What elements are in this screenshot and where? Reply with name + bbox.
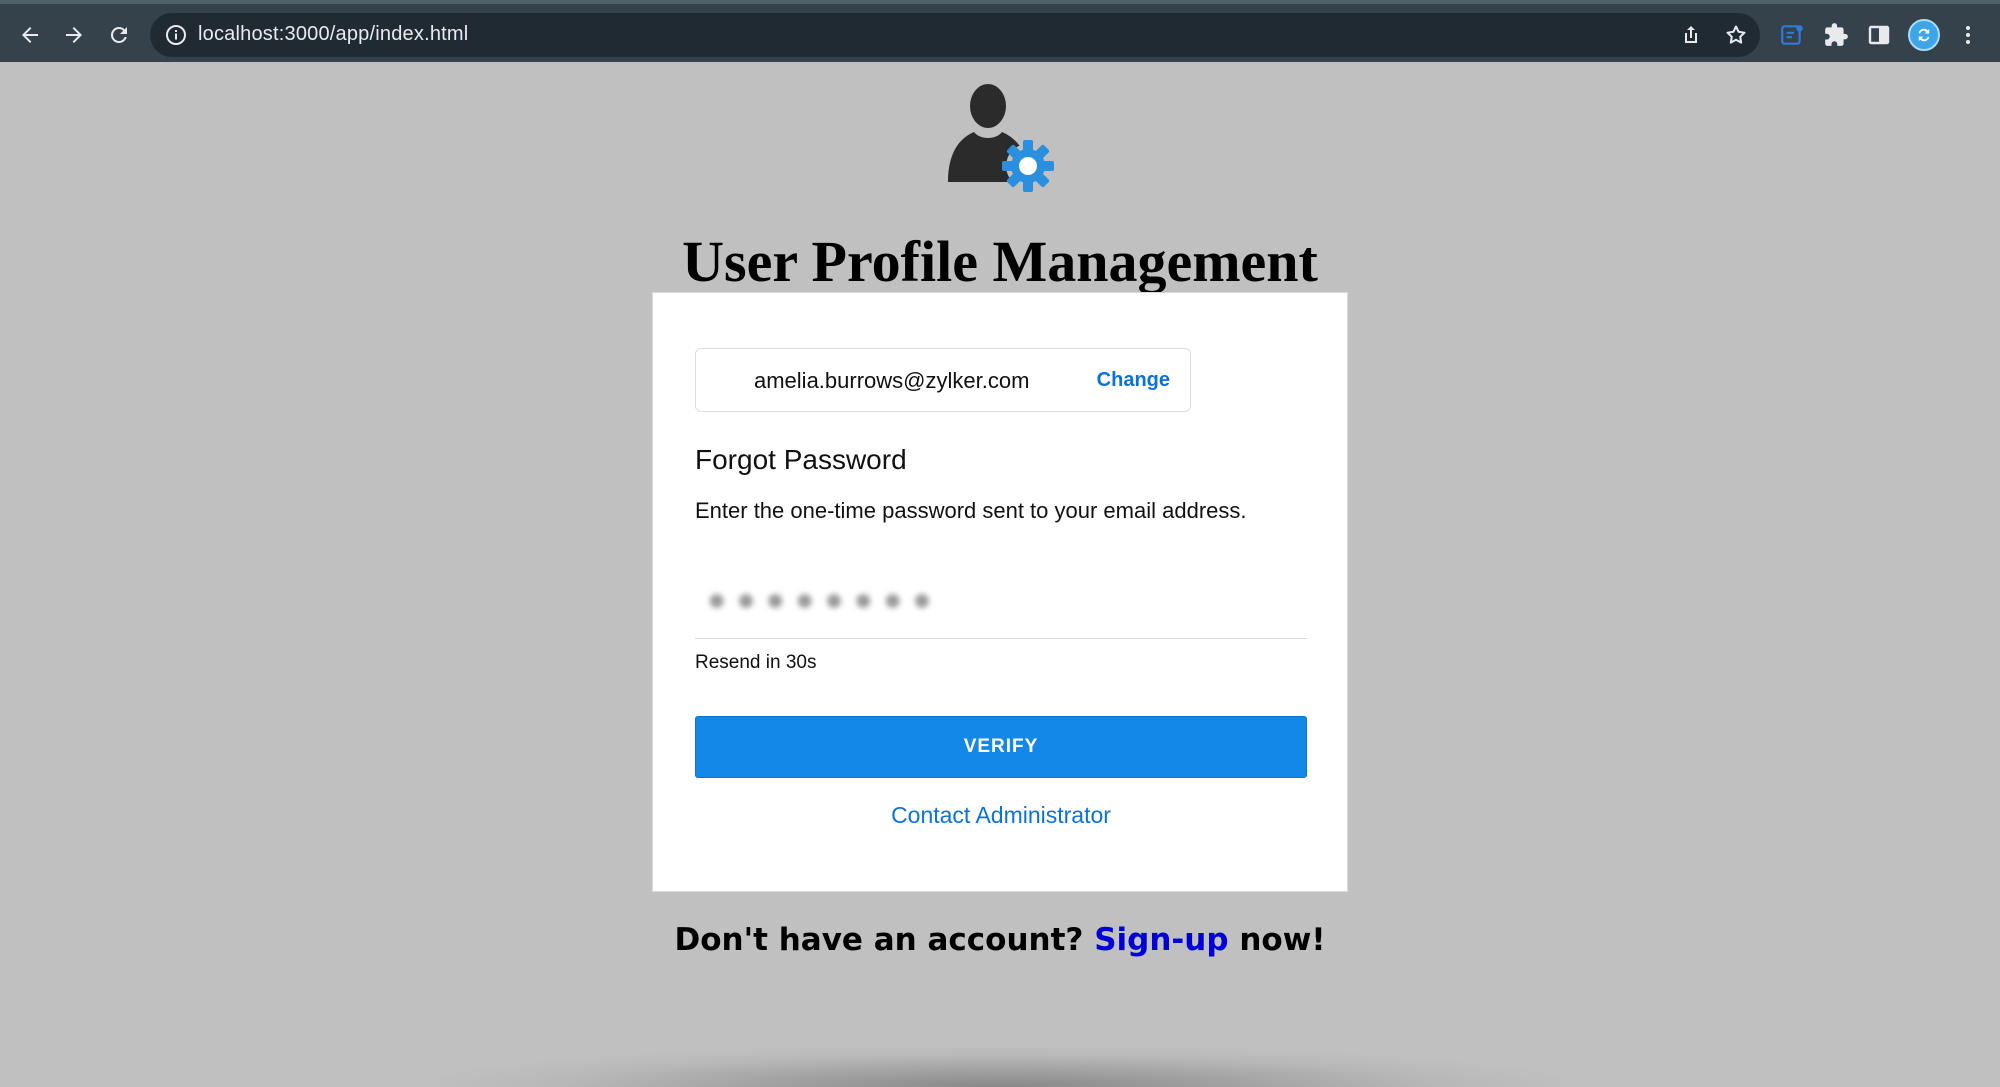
back-arrow-icon xyxy=(22,27,38,43)
signup-link[interactable]: Sign-up xyxy=(1094,922,1228,958)
change-email-link[interactable]: Change xyxy=(1097,369,1170,392)
otp-instructions: Enter the one-time password sent to your… xyxy=(695,498,1247,523)
side-panel-icon xyxy=(1868,25,1890,45)
contact-administrator-link[interactable]: Contact Administrator xyxy=(653,802,1349,829)
extension-button[interactable] xyxy=(1775,18,1809,52)
otp-input[interactable] xyxy=(695,561,1307,638)
email-display: amelia.burrows@zylker.com Change xyxy=(695,348,1191,412)
browser-toolbar: localhost:3000/app/index.html xyxy=(0,0,2000,62)
url-text[interactable]: localhost:3000/app/index.html xyxy=(198,23,468,46)
side-panel-button[interactable] xyxy=(1862,18,1896,52)
profile-button[interactable] xyxy=(1907,18,1941,52)
back-button[interactable] xyxy=(12,17,48,53)
forgot-password-heading: Forgot Password xyxy=(695,444,907,475)
share-button[interactable] xyxy=(1677,21,1705,49)
bookmark-star-icon xyxy=(1726,25,1746,44)
share-icon xyxy=(1685,26,1697,43)
bottom-shadow-decoration xyxy=(440,1047,1560,1087)
profile-avatar-icon xyxy=(1908,19,1940,51)
menu-kebab-icon xyxy=(1966,26,1970,44)
otp-field-wrapper xyxy=(695,561,1307,639)
puzzle-extensions-icon xyxy=(1825,23,1848,46)
extensions-menu-button[interactable] xyxy=(1819,18,1853,52)
user-settings-icon xyxy=(948,84,1054,192)
forward-arrow-icon xyxy=(66,27,82,43)
email-text: amelia.burrows@zylker.com xyxy=(754,368,1030,393)
signup-suffix-text: now! xyxy=(1228,922,1326,958)
reload-icon xyxy=(110,26,127,43)
extension-icon xyxy=(1781,25,1803,45)
page-title: User Profile Management xyxy=(682,229,1318,294)
signup-prefix-text: Don't have an account? xyxy=(674,922,1095,958)
browser-menu-button[interactable] xyxy=(1951,18,1985,52)
resend-timer: Resend in 30s xyxy=(695,652,817,673)
forgot-password-card: amelia.burrows@zylker.com Change Forgot … xyxy=(652,292,1348,892)
page-content: User Profile Management amelia.burrows@z… xyxy=(0,62,2000,1087)
signup-prompt: Don't have an account? Sign-up now! xyxy=(0,922,2000,958)
site-info-icon[interactable] xyxy=(164,23,188,47)
address-bar[interactable]: localhost:3000/app/index.html xyxy=(150,13,1760,57)
reload-button[interactable] xyxy=(101,17,137,53)
bookmark-button[interactable] xyxy=(1722,21,1750,49)
forward-button[interactable] xyxy=(56,17,92,53)
verify-button[interactable]: VERIFY xyxy=(695,716,1307,778)
